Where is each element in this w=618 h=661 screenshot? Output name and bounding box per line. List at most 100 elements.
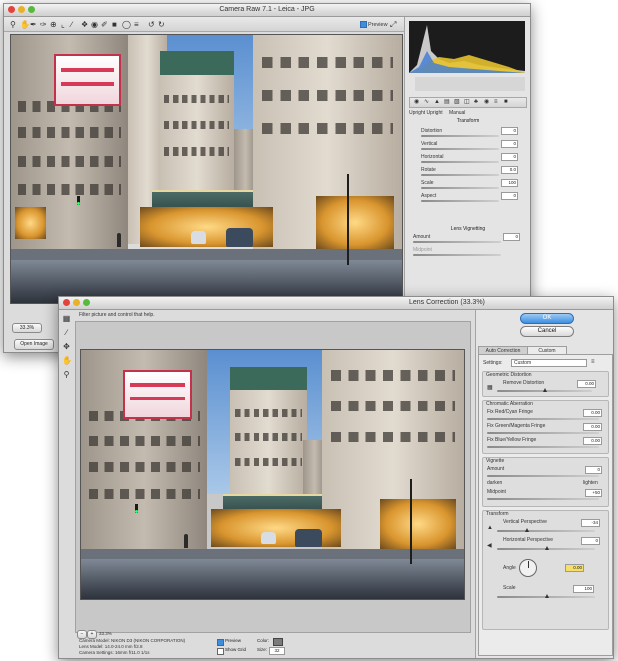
- camera-calibration-tab-icon[interactable]: ◉: [484, 98, 489, 107]
- slider-value[interactable]: 0: [501, 140, 518, 148]
- slider-label: Amount: [413, 234, 431, 240]
- remove-distortion-slider[interactable]: Remove Distortion 0.00 ▦: [487, 380, 604, 392]
- hand-tool-icon[interactable]: ✋: [20, 20, 30, 29]
- preview-checkbox[interactable]: [217, 639, 224, 646]
- ok-button[interactable]: OK: [520, 313, 574, 324]
- settings-select[interactable]: Custom: [511, 359, 587, 367]
- straighten-tool-icon[interactable]: ∕: [71, 20, 72, 29]
- slider-value[interactable]: 0.00: [583, 409, 602, 417]
- show-grid-checkbox[interactable]: [217, 648, 224, 655]
- slider-value[interactable]: 0: [501, 153, 518, 161]
- slider-label: Fix Blue/Yellow Fringe: [487, 437, 537, 443]
- slider-vertical[interactable]: Vertical 0: [413, 140, 525, 150]
- vertical-perspective-icon: ▲: [487, 525, 493, 531]
- close-window-button[interactable]: [8, 6, 15, 13]
- close-window-button[interactable]: [63, 299, 70, 306]
- adjustment-brush-tool-icon[interactable]: ✐: [101, 20, 108, 29]
- angle-control[interactable]: Angle 0.00: [487, 559, 604, 577]
- shop-window: [379, 499, 457, 550]
- slider-value[interactable]: 0.00: [583, 423, 602, 431]
- minimize-window-button[interactable]: [73, 299, 80, 306]
- rotate-right-icon[interactable]: ↻: [158, 20, 165, 29]
- move-grid-tool-icon[interactable]: ✥: [62, 342, 71, 351]
- zoom-level[interactable]: 33.3%: [99, 631, 112, 637]
- scale-slider[interactable]: Scale 100: [487, 585, 604, 599]
- vertical-perspective-slider[interactable]: Vertical Perspective -34 ▲: [487, 519, 604, 533]
- angle-value[interactable]: 0.00: [565, 564, 584, 572]
- slider-distortion[interactable]: Distortion 0: [413, 127, 525, 137]
- slider-value[interactable]: 0.0: [501, 166, 518, 174]
- slider-rotate[interactable]: Rotate 0.0: [413, 166, 525, 176]
- angle-dial[interactable]: [519, 559, 537, 577]
- slider-value[interactable]: 0: [581, 537, 600, 545]
- color-sampler-tool-icon[interactable]: ✑: [40, 20, 47, 29]
- lens-correction-title: Lens Correction (33.3%): [409, 299, 485, 306]
- slider-scale[interactable]: Scale 100: [413, 179, 525, 189]
- rotate-left-icon[interactable]: ↺: [148, 20, 155, 29]
- panel-tab-upright[interactable]: Upright Upright: [409, 110, 443, 116]
- slider-value[interactable]: 0.00: [583, 437, 602, 445]
- vignette-group: Vignette Amount 0 darken lighten Midpoin…: [482, 457, 609, 507]
- lens-corrections-tab-icon[interactable]: ◫: [464, 98, 470, 107]
- hsl-tab-icon[interactable]: ▤: [444, 98, 450, 107]
- settings-menu-icon[interactable]: ≡: [591, 359, 595, 365]
- zoom-window-button[interactable]: [28, 6, 35, 13]
- grid-size-field[interactable]: 32: [269, 647, 285, 655]
- tone-curve-tab-icon[interactable]: ∿: [424, 98, 429, 107]
- geometric-distortion-group: Geometric Distortion Remove Distortion 0…: [482, 371, 609, 397]
- zoom-window-button[interactable]: [83, 299, 90, 306]
- basic-tab-icon[interactable]: ◉: [414, 98, 419, 107]
- car-white: [190, 230, 207, 245]
- slider-value[interactable]: 0: [501, 192, 518, 200]
- graduated-filter-tool-icon[interactable]: ■: [112, 20, 117, 29]
- horizontal-perspective-slider[interactable]: Horizontal Perspective 0 ◀: [487, 537, 604, 551]
- snapshots-tab-icon[interactable]: ■: [504, 98, 508, 107]
- angle-label: Angle: [503, 565, 516, 571]
- cancel-button[interactable]: Cancel: [520, 326, 574, 337]
- slider-value[interactable]: 0: [585, 466, 602, 474]
- fix-blue-yellow-slider[interactable]: Fix Blue/Yellow Fringe 0.00: [487, 437, 604, 449]
- grid-color-swatch[interactable]: [273, 638, 283, 646]
- presets-tab-icon[interactable]: ≡: [494, 98, 498, 107]
- slider-value[interactable]: 100: [501, 179, 518, 187]
- slider-horizontal[interactable]: Horizontal 0: [413, 153, 525, 163]
- fullscreen-icon[interactable]: ⤢: [390, 20, 396, 29]
- zoom-tool-icon[interactable]: ⚲: [10, 20, 16, 29]
- vignette-amount-slider[interactable]: Amount 0: [487, 466, 604, 478]
- zoom-tool-icon[interactable]: ⚲: [62, 370, 71, 379]
- white-balance-tool-icon[interactable]: ✒: [30, 20, 37, 29]
- zoom-level-select[interactable]: 33.3%: [12, 323, 42, 333]
- slider-value[interactable]: +50: [585, 489, 602, 497]
- vignette-midpoint-slider[interactable]: Midpoint: [413, 247, 525, 256]
- shop-window-left: [14, 206, 47, 239]
- fix-green-magenta-slider[interactable]: Fix Green/Magenta Fringe 0.00: [487, 423, 604, 435]
- split-toning-tab-icon[interactable]: ▧: [454, 98, 460, 107]
- lens-correction-preview-image: [80, 349, 465, 600]
- targeted-adjustment-tool-icon[interactable]: ⊕: [50, 20, 57, 29]
- effects-tab-icon[interactable]: ♣: [474, 98, 478, 107]
- spot-removal-tool-icon[interactable]: ❖: [81, 20, 88, 29]
- camera-raw-preview-checkbox[interactable]: [360, 21, 367, 28]
- lens-correction-canvas: [75, 321, 471, 633]
- detail-tab-icon[interactable]: ▲: [434, 98, 440, 107]
- straighten-tool-icon[interactable]: ∕: [62, 328, 71, 337]
- preferences-tool-icon[interactable]: ≡: [134, 20, 139, 29]
- hand-tool-icon[interactable]: ✋: [62, 356, 72, 365]
- red-eye-tool-icon[interactable]: ◉: [91, 20, 98, 29]
- crop-tool-icon[interactable]: ⌞: [61, 20, 65, 29]
- panel-tab-manual[interactable]: Manual: [449, 110, 465, 116]
- fix-red-cyan-slider[interactable]: Fix Red/Cyan Fringe 0.00: [487, 409, 604, 421]
- minimize-window-button[interactable]: [18, 6, 25, 13]
- vignette-midpoint-slider[interactable]: Midpoint +50: [487, 489, 604, 501]
- slider-value[interactable]: -34: [581, 519, 600, 527]
- open-image-button[interactable]: Open Image: [14, 339, 54, 350]
- slider-value[interactable]: 0: [501, 127, 518, 135]
- slider-value[interactable]: 0: [503, 233, 520, 241]
- vignette-amount-slider[interactable]: Amount 0: [413, 233, 525, 243]
- radial-filter-tool-icon[interactable]: ◯: [122, 20, 131, 29]
- slider-value[interactable]: 100: [573, 585, 594, 593]
- slider-value[interactable]: 0.00: [577, 380, 596, 388]
- show-grid-label: Show Grid: [225, 647, 247, 652]
- remove-distortion-tool-icon[interactable]: ▦: [62, 314, 71, 323]
- slider-aspect[interactable]: Aspect 0: [413, 192, 525, 202]
